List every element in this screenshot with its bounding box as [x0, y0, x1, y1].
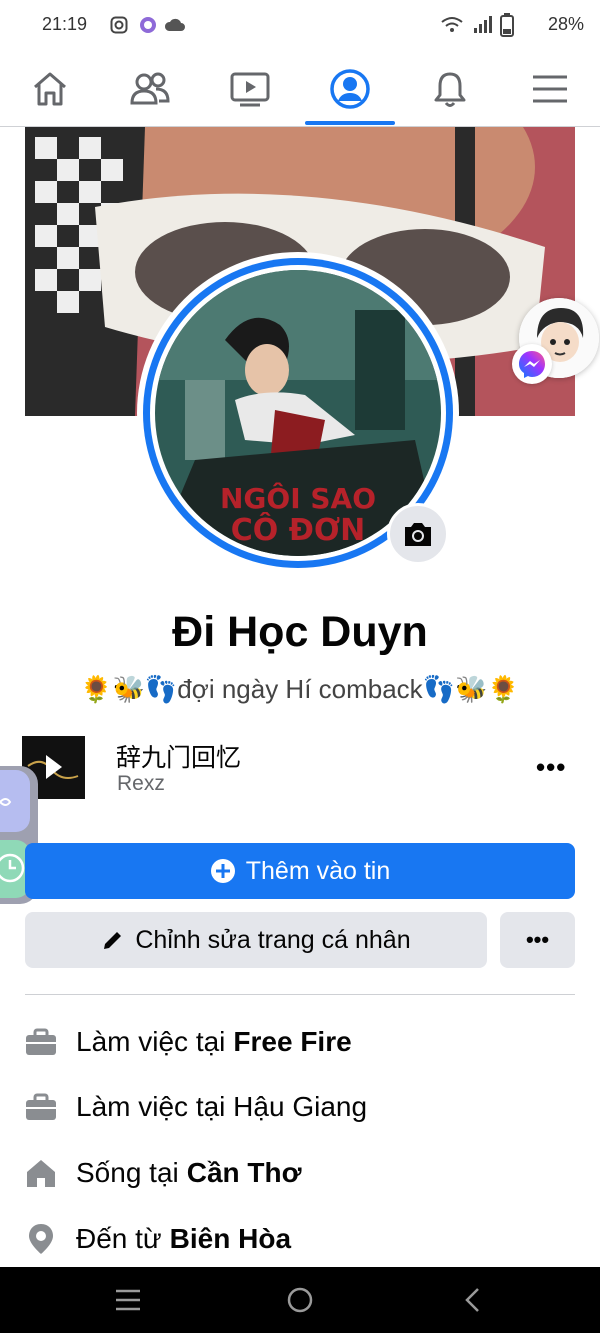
top-nav	[0, 52, 600, 127]
poster-text-1: NGÔI SAO	[220, 481, 376, 515]
detail-work-1-prefix: Làm việc tại	[76, 1026, 226, 1057]
wifi-icon	[441, 17, 463, 32]
tab-notifications[interactable]	[400, 52, 500, 126]
divider	[25, 994, 575, 995]
profile-name: Đi Học Duyn	[172, 608, 428, 656]
battery-icon	[500, 13, 514, 37]
location-pin-icon	[25, 1223, 57, 1255]
music-artist: Rexz	[117, 772, 165, 795]
tab-friends[interactable]	[100, 52, 200, 126]
system-nav-bar	[0, 1267, 600, 1333]
detail-lives-in-prefix: Sống tại	[76, 1157, 179, 1188]
detail-work-1-value[interactable]: Free Fire	[233, 1026, 351, 1058]
tab-profile[interactable]	[300, 52, 400, 126]
tab-home[interactable]	[0, 52, 100, 126]
profile-bio: 🌻🐝👣đợi ngày Hí comback👣🐝🌻	[80, 674, 520, 704]
home-icon	[34, 72, 66, 106]
briefcase-icon	[25, 1026, 57, 1058]
detail-work-2-text: Làm việc tại Hậu Giang	[76, 1091, 368, 1122]
detail-from-value[interactable]: Biên Hòa	[170, 1223, 291, 1255]
instagram-icon	[110, 16, 128, 34]
home-button-icon[interactable]	[286, 1286, 314, 1314]
status-time: 21:19	[42, 14, 88, 34]
detail-from: Đến từ Biên Hòa	[25, 1219, 291, 1259]
tab-watch[interactable]	[200, 52, 300, 126]
detail-from-prefix: Đến từ	[76, 1223, 162, 1254]
active-tab-indicator	[305, 121, 395, 125]
pencil-icon	[104, 932, 122, 949]
camera-icon	[405, 523, 431, 546]
battery-percent: 28%	[547, 14, 584, 34]
back-icon[interactable]	[462, 1286, 482, 1314]
music-more-button[interactable]: •••	[536, 752, 566, 783]
add-to-story-label: Thêm vào tin	[245, 856, 391, 885]
plus-circle-icon	[210, 859, 235, 883]
change-photo-button[interactable]	[387, 503, 449, 565]
messenger-badge	[512, 344, 552, 384]
profile-icon	[330, 69, 370, 109]
clock-icon	[0, 853, 25, 883]
menu-icon	[533, 75, 567, 103]
detail-work-1: Làm việc tại Free Fire	[25, 1022, 352, 1062]
house-icon	[25, 1157, 57, 1189]
add-to-story-button[interactable]: Thêm vào tin	[25, 843, 575, 899]
cloud-icon	[164, 18, 185, 31]
status-bar: 21:19 28%	[0, 0, 600, 52]
edit-profile-button[interactable]: Chỉnh sửa trang cá nhân	[25, 912, 487, 968]
side-widget-top[interactable]	[0, 770, 30, 832]
music-title: 辞九门回忆	[116, 744, 242, 772]
app-icon	[140, 17, 156, 33]
signal-icon	[474, 16, 492, 33]
friends-icon	[130, 72, 170, 105]
profile-more-button[interactable]: •••	[500, 912, 575, 968]
detail-work-2: Làm việc tại Hậu Giang	[25, 1087, 367, 1127]
recents-icon[interactable]	[114, 1288, 142, 1312]
detail-lives-in: Sống tại Cần Thơ	[25, 1153, 302, 1193]
briefcase-icon	[25, 1091, 57, 1123]
poster-text-2: CÔ ĐƠN	[231, 511, 365, 548]
tab-menu[interactable]	[500, 52, 600, 126]
detail-lives-in-value[interactable]: Cần Thơ	[187, 1157, 302, 1189]
messenger-icon	[519, 351, 545, 378]
edit-profile-label: Chỉnh sửa trang cá nhân	[135, 925, 411, 954]
watch-icon	[230, 72, 270, 107]
headphones-icon	[0, 798, 12, 806]
bell-icon	[434, 72, 466, 107]
